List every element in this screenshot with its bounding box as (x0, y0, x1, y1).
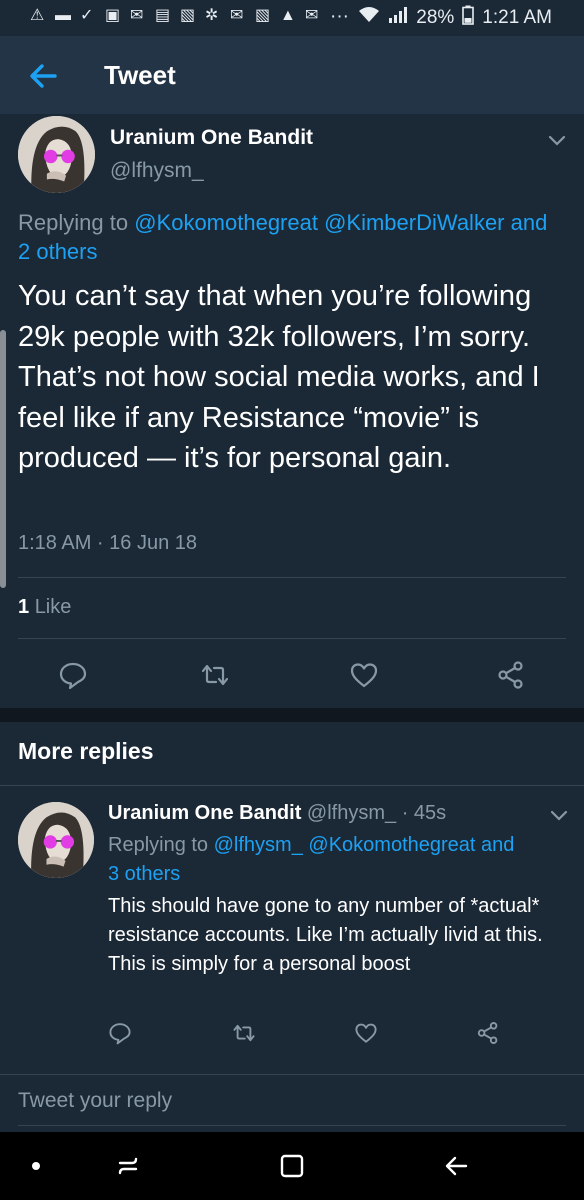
warning-icon-2: ▲ (280, 7, 296, 24)
chevron-down-icon[interactable] (548, 134, 566, 146)
clock: 1:21 AM (482, 7, 552, 28)
reply-replying-mentions[interactable]: @lfhysm_ @Kokomothegreat and (214, 834, 515, 856)
document-icon: ▤ (155, 7, 171, 24)
check-icon: ✓ (80, 7, 94, 24)
heart-icon[interactable] (349, 660, 379, 690)
reply-icon[interactable] (58, 660, 88, 690)
mail-icon-3: ✉ (305, 7, 319, 24)
reply-actions (0, 1021, 584, 1061)
reply-input-placeholder[interactable]: Tweet your reply (18, 1089, 172, 1113)
reply-replying-prefix: Replying to (108, 834, 209, 856)
battery-icon (462, 5, 475, 31)
mail-icon: ✉ (130, 7, 144, 24)
more-notifications-icon: ··· (330, 6, 349, 27)
reply-composer[interactable]: Tweet your reply (0, 1074, 584, 1132)
reply-chevron-down-icon[interactable] (550, 809, 568, 821)
dot-icon[interactable] (20, 1150, 52, 1182)
message-icon: ▬ (55, 7, 71, 24)
reply-retweet-icon[interactable] (232, 1021, 256, 1045)
author-handle[interactable]: @lfhysm_ (110, 159, 204, 183)
reply-handle-time[interactable]: @lfhysm_ · 45s (307, 802, 446, 824)
recent-apps-icon[interactable] (112, 1150, 144, 1182)
notification-icons: ⚠ ▬ ✓ ▣ ✉ ▤ ▧ ✲ ✉ ▧ ▲ ✉ ··· (30, 6, 349, 27)
like-number: 1 (18, 596, 30, 618)
replying-others[interactable]: 2 others (18, 239, 98, 264)
home-icon[interactable] (276, 1150, 308, 1182)
signal-icon (388, 6, 408, 30)
reply-heart-icon[interactable] (354, 1021, 378, 1045)
divider (18, 1125, 566, 1126)
tweet-timestamp: 1:18 AM · 16 Jun 18 (18, 532, 198, 554)
avatar[interactable] (18, 116, 95, 193)
app-bar: Tweet (0, 36, 584, 114)
divider (18, 577, 566, 578)
warning-icon: ⚠ (30, 7, 45, 24)
tweet-actions (0, 660, 584, 700)
back-icon[interactable] (440, 1150, 472, 1182)
replying-prefix: Replying to (18, 210, 129, 235)
author-name[interactable]: Uranium One Bandit (110, 126, 313, 150)
more-replies-heading: More replies (18, 738, 154, 764)
reply-share-icon[interactable] (476, 1021, 500, 1045)
gallery-icon-2: ▧ (255, 7, 271, 24)
reply-text: This should have gone to any number of *… (108, 895, 543, 975)
divider (0, 785, 584, 786)
reply-author-name[interactable]: Uranium One Bandit (108, 802, 301, 824)
like-count[interactable]: 1 Like (18, 596, 71, 619)
tweet-text: You can’t say that when you’re following… (18, 280, 540, 474)
wifi-icon (358, 6, 380, 30)
retweet-icon[interactable] (200, 660, 230, 690)
back-arrow-icon[interactable] (25, 58, 61, 94)
share-icon[interactable] (496, 660, 526, 690)
reply-reply-icon[interactable] (108, 1021, 132, 1045)
system-nav-bar (0, 1132, 584, 1200)
reply-replying-others[interactable]: 3 others (108, 863, 180, 885)
reply-replying-to: Replying to @lfhysm_ @Kokomothegreat and… (108, 831, 568, 889)
scrollbar[interactable] (0, 330, 6, 588)
sparkle-icon: ✲ (205, 7, 219, 24)
replying-mentions[interactable]: @Kokomothegreat @KimberDiWalker and (134, 210, 547, 235)
reply-header: Uranium One Bandit @lfhysm_ · 45s (108, 802, 446, 825)
reply-avatar[interactable] (18, 802, 94, 878)
page-title: Tweet (104, 60, 176, 90)
status-bar: ⚠ ▬ ✓ ▣ ✉ ▤ ▧ ✲ ✉ ▧ ▲ ✉ ··· 28% 1:21 AM (0, 0, 584, 36)
gallery-icon: ▧ (180, 7, 196, 24)
battery-percent: 28% (416, 7, 455, 28)
divider (18, 638, 566, 639)
like-label: Like (34, 596, 72, 618)
news-icon: ▣ (105, 7, 121, 24)
replying-to: Replying to @Kokomothegreat @KimberDiWal… (18, 208, 566, 266)
mail-icon-2: ✉ (230, 7, 244, 24)
section-separator (0, 708, 584, 722)
